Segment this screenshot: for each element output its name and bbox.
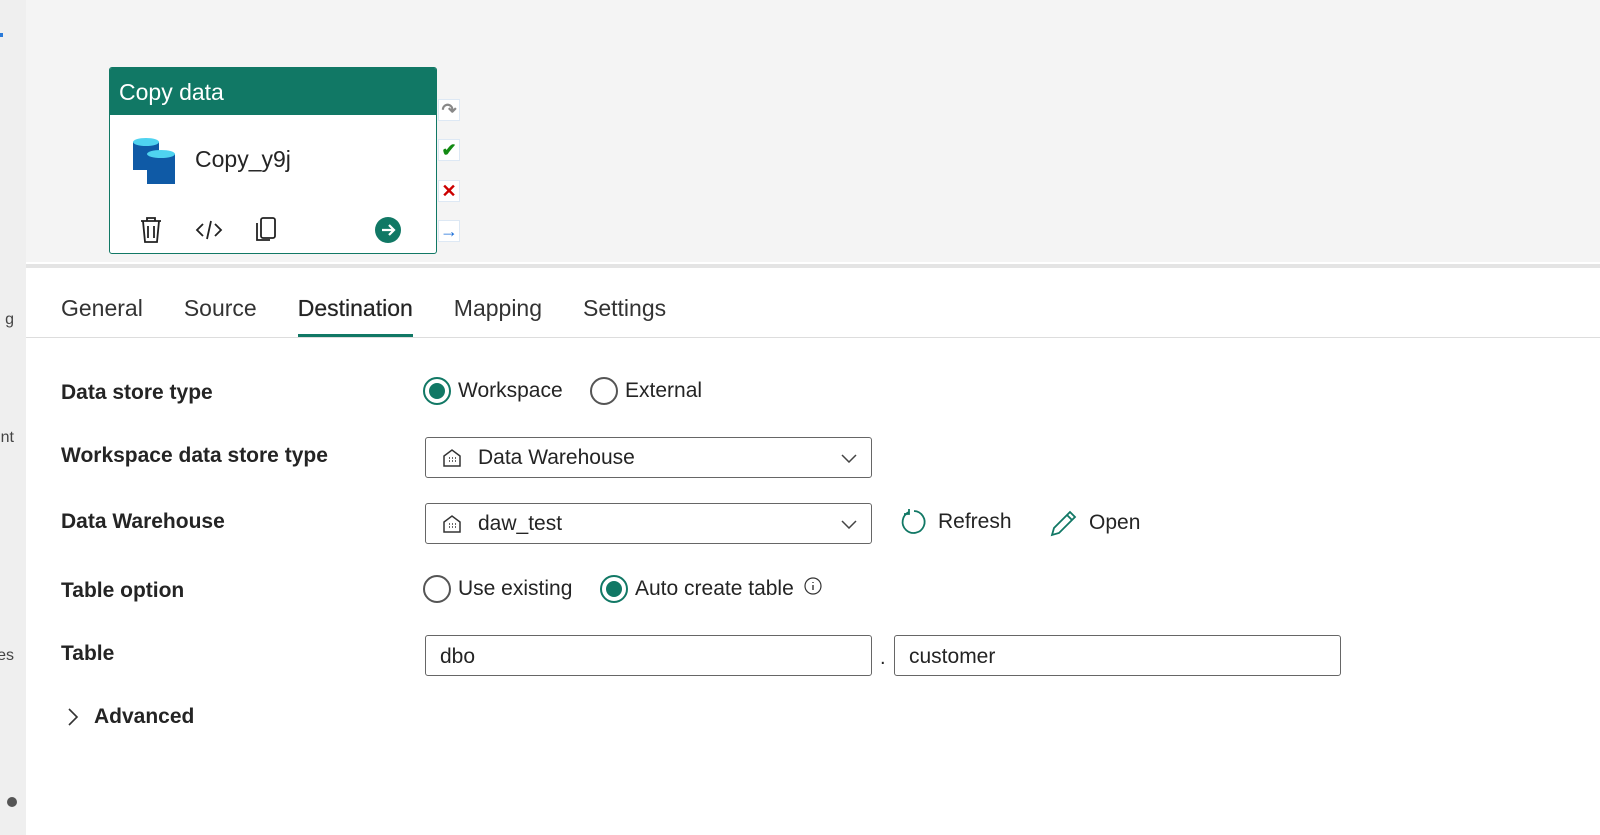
nav-item-fragment[interactable]: es	[0, 647, 14, 665]
workspace-type-dropdown[interactable]: Data Warehouse	[425, 437, 872, 478]
chevron-down-icon	[841, 453, 857, 463]
chevron-right-icon	[68, 708, 79, 726]
tab-general[interactable]: General	[61, 295, 143, 337]
radio-external[interactable]: External	[590, 377, 702, 405]
success-connector-icon[interactable]: ✔	[438, 139, 460, 161]
tab-settings[interactable]: Settings	[583, 295, 666, 337]
refresh-button[interactable]: Refresh	[900, 508, 1012, 536]
nav-item-fragment[interactable]: nt	[1, 429, 14, 447]
refresh-icon	[901, 509, 926, 534]
status-dot	[7, 797, 17, 807]
advanced-label: Advanced	[94, 705, 195, 728]
warehouse-icon	[443, 448, 461, 467]
radio-use-existing[interactable]: Use existing	[423, 575, 572, 603]
tab-destination[interactable]: Destination	[297, 295, 413, 337]
edit-pencil-icon	[1050, 510, 1077, 537]
advanced-expander[interactable]: Advanced	[66, 705, 194, 729]
delete-icon[interactable]	[137, 216, 165, 244]
radio-unchecked-icon	[590, 377, 618, 405]
table-option-label: Table option	[61, 579, 185, 602]
nav-item-fragment[interactable]: g	[5, 311, 14, 329]
activity-name: Copy_y9j	[195, 146, 291, 172]
properties-tabs: General Source Destination Mapping Setti…	[61, 295, 666, 337]
data-warehouse-label: Data Warehouse	[61, 510, 225, 533]
radio-workspace[interactable]: Workspace	[423, 377, 563, 405]
schema-separator: .	[880, 647, 886, 669]
radio-checked-icon	[423, 377, 451, 405]
table-schema-input[interactable]: dbo	[425, 635, 872, 676]
dropdown-value: Data Warehouse	[478, 445, 635, 469]
chevron-down-icon	[841, 519, 857, 529]
run-arrow-icon[interactable]	[374, 216, 402, 244]
data-store-type-label: Data store type	[61, 381, 213, 404]
copy-icon[interactable]	[253, 216, 281, 244]
panel-resize-divider[interactable]	[26, 264, 1600, 268]
tab-mapping[interactable]: Mapping	[454, 295, 542, 337]
table-label: Table	[61, 642, 115, 665]
workspace-type-label: Workspace data store type	[61, 444, 328, 467]
open-label: Open	[1089, 511, 1141, 534]
radio-unchecked-icon	[423, 575, 451, 603]
tab-source[interactable]: Source	[184, 295, 257, 337]
open-button[interactable]: Open	[1049, 508, 1140, 538]
radio-label: Workspace	[458, 379, 563, 402]
warehouse-icon	[443, 514, 461, 533]
radio-checked-icon	[600, 575, 628, 603]
activity-type: Copy data	[110, 68, 436, 115]
table-name-input[interactable]: customer	[894, 635, 1341, 676]
radio-label: Auto create table	[635, 577, 794, 600]
radio-auto-create-table[interactable]: Auto create table	[600, 575, 823, 603]
radio-label: External	[625, 379, 703, 402]
data-warehouse-dropdown[interactable]: daw_test	[425, 503, 872, 544]
tab-divider	[26, 337, 1600, 338]
skip-connector-icon[interactable]: ↷	[438, 99, 460, 121]
info-icon[interactable]	[803, 576, 823, 596]
completion-connector-icon[interactable]: →	[438, 220, 460, 242]
copy-data-icon	[133, 138, 175, 184]
radio-label: Use existing	[458, 577, 573, 600]
left-nav-sidebar: g nt es	[0, 0, 26, 835]
code-icon[interactable]	[195, 216, 223, 244]
failure-connector-icon[interactable]: ✕	[438, 180, 460, 202]
copy-data-activity[interactable]: Copy data Copy_y9j	[109, 67, 437, 254]
nav-indicator	[0, 33, 3, 37]
dropdown-value: daw_test	[478, 511, 563, 535]
refresh-label: Refresh	[938, 510, 1012, 533]
